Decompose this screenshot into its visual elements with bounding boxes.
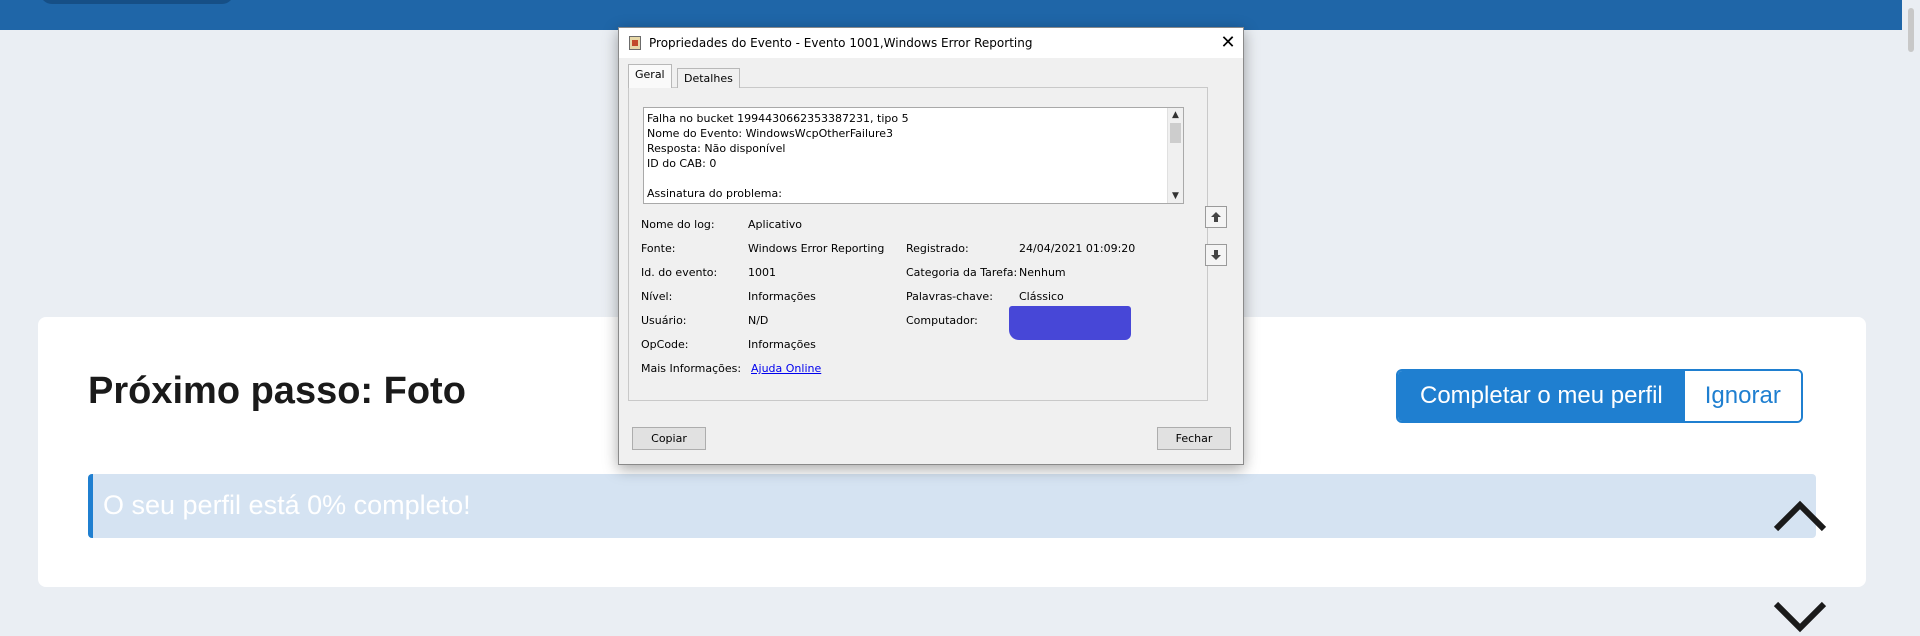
keywords-label: Palavras-chave:: [906, 290, 993, 303]
event-id-label: Id. do evento:: [641, 266, 718, 279]
close-dialog-button[interactable]: Fechar: [1157, 427, 1231, 450]
ignore-button[interactable]: Ignorar: [1684, 371, 1801, 421]
log-name-label: Nome do log:: [641, 218, 715, 231]
dialog-title: Propriedades do Evento - Evento 1001,Win…: [649, 36, 1033, 50]
profile-progress-bar: O seu perfil está 0% completo!: [88, 474, 1816, 538]
event-viewer-icon: [629, 36, 641, 50]
event-properties-dialog: Propriedades do Evento - Evento 1001,Win…: [618, 27, 1244, 465]
opcode-value: Informações: [748, 338, 816, 351]
online-help-link[interactable]: Ajuda Online: [751, 362, 821, 375]
description-line: Nome do Evento: WindowsWcpOtherFailure3: [647, 127, 894, 140]
computer-value-redaction: [1009, 306, 1131, 340]
site-header: [0, 0, 1920, 30]
arrow-down-icon: [1211, 250, 1221, 260]
close-icon[interactable]: ✕: [1217, 32, 1239, 54]
header-menu-pill[interactable]: [40, 0, 234, 4]
tab-geral[interactable]: Geral: [628, 64, 672, 88]
description-scrollbar[interactable]: ▲ ▼: [1167, 108, 1183, 203]
user-value: N/D: [748, 314, 769, 327]
logged-label: Registrado:: [906, 242, 969, 255]
dialog-titlebar[interactable]: Propriedades do Evento - Evento 1001,Win…: [619, 28, 1243, 58]
opcode-label: OpCode:: [641, 338, 689, 351]
profile-button-group: Completar o meu perfil Ignorar: [1396, 369, 1803, 423]
description-line: Resposta: Não disponível: [647, 142, 786, 155]
chevron-up-icon[interactable]: [1770, 497, 1830, 537]
description-line: [647, 171, 909, 186]
keywords-value: Clássico: [1019, 290, 1064, 303]
event-description-text: Falha no bucket 1994430662353387231, tip…: [647, 111, 909, 201]
page-scroll-thumb[interactable]: [1908, 8, 1914, 52]
task-category-label: Categoria da Tarefa:: [906, 266, 1018, 279]
user-label: Usuário:: [641, 314, 687, 327]
previous-event-button[interactable]: [1205, 206, 1227, 228]
logged-value: 24/04/2021 01:09:20: [1019, 242, 1136, 255]
event-id-value: 1001: [748, 266, 776, 279]
description-line: Falha no bucket 1994430662353387231, tip…: [647, 112, 909, 125]
next-event-button[interactable]: [1205, 244, 1227, 266]
computer-label: Computador:: [906, 314, 978, 327]
arrow-up-icon: [1211, 212, 1221, 222]
scroll-down-arrow-icon[interactable]: ▼: [1168, 189, 1183, 203]
copy-button[interactable]: Copiar: [632, 427, 706, 450]
chevron-down-icon[interactable]: [1770, 596, 1830, 636]
page-scrollbar[interactable]: [1902, 0, 1920, 631]
event-description-box[interactable]: Falha no bucket 1994430662353387231, tip…: [643, 107, 1184, 204]
description-line: Assinatura do problema:: [647, 187, 782, 200]
description-line: ID do CAB: 0: [647, 157, 717, 170]
source-value: Windows Error Reporting: [748, 242, 885, 255]
level-value: Informações: [748, 290, 816, 303]
tab-detalhes[interactable]: Detalhes: [677, 68, 740, 88]
complete-profile-button[interactable]: Completar o meu perfil: [1398, 371, 1685, 421]
card-title: Próximo passo: Foto: [88, 370, 466, 412]
source-label: Fonte:: [641, 242, 676, 255]
scroll-up-arrow-icon[interactable]: ▲: [1168, 108, 1183, 122]
level-label: Nível:: [641, 290, 673, 303]
log-name-value: Aplicativo: [748, 218, 803, 231]
progress-text: O seu perfil está 0% completo!: [103, 490, 471, 520]
more-info-label: Mais Informações:: [641, 362, 742, 375]
description-scroll-thumb[interactable]: [1170, 123, 1181, 143]
task-category-value: Nenhum: [1019, 266, 1066, 279]
